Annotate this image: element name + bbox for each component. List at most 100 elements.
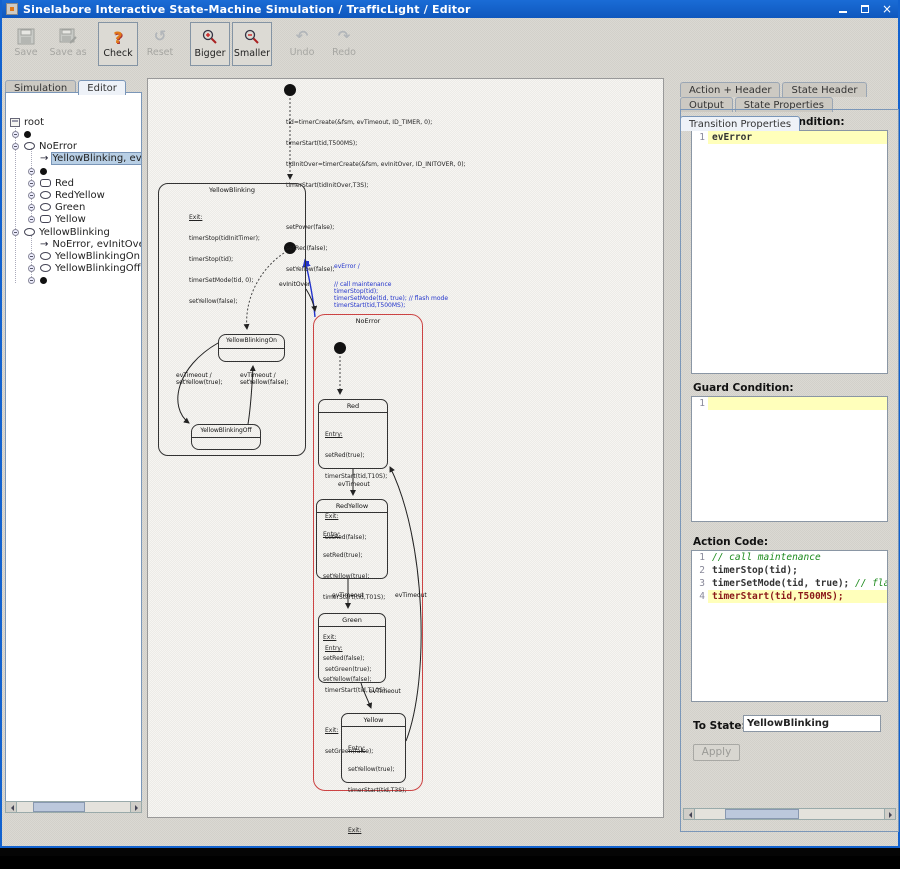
action-code-editor[interactable]: 1// call maintenance 2timerStop(tid); 3t…: [691, 550, 888, 702]
expand-handle-icon[interactable]: [12, 131, 19, 138]
tree-horizontal-scrollbar[interactable]: [5, 801, 142, 813]
transition-arrow-icon: [40, 153, 48, 164]
tree-item-noerror[interactable]: NoError: [6, 140, 141, 152]
floppy-icon: [17, 25, 35, 47]
initial-state-icon: [40, 277, 47, 284]
zoom-out-label: Smaller: [234, 48, 270, 59]
state-icon: [40, 252, 51, 260]
scrollbar-thumb[interactable]: [725, 809, 799, 819]
expand-handle-icon[interactable]: [28, 168, 35, 175]
expand-handle-icon[interactable]: [28, 253, 35, 260]
state-icon: [24, 142, 35, 150]
tree-item-yellowblinkingon[interactable]: YellowBlinkingOn: [6, 250, 141, 262]
expand-handle-icon[interactable]: [28, 204, 35, 211]
label-evtimeout-4: evTimeout: [369, 688, 401, 695]
reset-button[interactable]: ↺ Reset: [140, 22, 180, 66]
properties-horizontal-scrollbar[interactable]: [683, 808, 896, 820]
undo-icon: ↶: [296, 25, 309, 47]
label-evinitover: evInitOver: [279, 281, 310, 288]
tree-item-initial[interactable]: [6, 165, 141, 177]
guard-condition-editor[interactable]: 1: [691, 396, 888, 522]
tree-item-green[interactable]: Green: [6, 201, 141, 213]
expand-handle-icon[interactable]: [28, 277, 35, 284]
state-icon: [24, 228, 35, 236]
redo-icon: ↷: [338, 25, 351, 47]
tree-item-transition-yellowblinking-everror[interactable]: YellowBlinking, evError: [6, 152, 141, 164]
guard-condition-label: Guard Condition:: [693, 382, 794, 394]
close-icon: ×: [882, 2, 892, 16]
scroll-left-arrow[interactable]: [684, 809, 695, 819]
undo-button[interactable]: ↶ Undo: [282, 22, 322, 66]
tree-item-yellowblinking[interactable]: YellowBlinking: [6, 226, 141, 238]
state-icon: [40, 191, 51, 199]
tree-item-initial[interactable]: [6, 128, 141, 140]
expand-handle-icon[interactable]: [28, 216, 35, 223]
state-yellowblinking[interactable]: YellowBlinking Exit: timerStop(tidInitTi…: [158, 183, 306, 456]
magnifier-plus-icon: [201, 26, 219, 48]
label-everror-transition: evError / // call maintenance timerStop(…: [334, 263, 448, 309]
expand-handle-icon[interactable]: [12, 143, 19, 150]
statechart-canvas[interactable]: tid=timerCreate(&fsm, evTimeout, ID_TIME…: [147, 78, 664, 818]
redo-label: Redo: [332, 47, 356, 58]
save-as-label: Save as: [49, 47, 86, 58]
tab-transition-properties[interactable]: Transition Properties: [680, 116, 800, 131]
expand-handle-icon[interactable]: [28, 265, 35, 272]
check-label: Check: [103, 48, 132, 59]
window-bottom-edge: [0, 848, 900, 856]
state-yellowblinkingoff[interactable]: YellowBlinkingOff: [191, 424, 261, 450]
scroll-right-arrow[interactable]: [884, 809, 895, 819]
tree-item-transition-noerror-evinitover[interactable]: NoError, evInitOver: [6, 238, 141, 250]
redo-button[interactable]: ↷ Redo: [324, 22, 364, 66]
yellowblinking-exit-code: Exit: timerStop(tidInitTimer); timerStop…: [189, 200, 260, 319]
state-yellow[interactable]: Yellow Entry: setYellow(true); timerStar…: [341, 713, 406, 783]
expand-handle-icon[interactable]: [28, 192, 35, 199]
save-as-button[interactable]: Save as: [48, 22, 88, 66]
tree-item-root[interactable]: root: [6, 116, 141, 128]
minimize-icon: [839, 11, 847, 13]
save-button[interactable]: Save: [6, 22, 46, 66]
scroll-left-arrow[interactable]: [6, 802, 17, 812]
label-off-to-on: evTimeout /setYellow(false);: [240, 372, 289, 386]
right-splitter[interactable]: [668, 78, 673, 818]
model-tree[interactable]: root NoError YellowBlinking, evError Red…: [5, 92, 142, 802]
titlebar: Sinelabore Interactive State-Machine Sim…: [2, 0, 898, 18]
state-green[interactable]: Green Entry: setGreen(true); timerStart(…: [318, 613, 386, 683]
minimize-button[interactable]: [832, 0, 854, 18]
tree-item-yellow[interactable]: Yellow: [6, 213, 141, 225]
initial-transition-code: tid=timerCreate(&fsm, evTimeout, ID_TIME…: [286, 105, 466, 287]
check-button[interactable]: ? Check: [98, 22, 138, 66]
floppy-pen-icon: [59, 25, 77, 47]
tab-editor[interactable]: Editor: [78, 80, 126, 95]
maximize-icon: [861, 5, 869, 13]
initial-pseudostate-top[interactable]: [284, 84, 296, 96]
properties-panel: Action + HeaderState Header OutputState …: [680, 78, 899, 832]
state-icon: [40, 264, 51, 272]
apply-button[interactable]: Apply: [693, 744, 740, 761]
root-icon: [10, 118, 20, 127]
tree-item-redyellow[interactable]: RedYellow: [6, 189, 141, 201]
transition-arrow-icon: [40, 239, 48, 250]
state-red[interactable]: Red Entry: setRed(true); timerStart(tid,…: [318, 399, 388, 469]
tree-item-yellowblinkingoff[interactable]: YellowBlinkingOff: [6, 262, 141, 274]
tree-item-red[interactable]: Red: [6, 177, 141, 189]
action-code-label: Action Code:: [693, 536, 768, 548]
model-tree-panel: SimulationEditor root NoError YellowBlin…: [5, 76, 142, 817]
tree-item-initial[interactable]: [6, 274, 141, 286]
zoom-in-button[interactable]: Bigger: [190, 22, 230, 66]
close-button[interactable]: ×: [876, 0, 898, 18]
expand-handle-icon[interactable]: [12, 229, 19, 236]
window-title: Sinelabore Interactive State-Machine Sim…: [23, 3, 471, 16]
event-trigger-editor[interactable]: 1evError: [691, 130, 888, 374]
app-icon: [6, 3, 18, 15]
zoom-in-label: Bigger: [195, 48, 226, 59]
scrollbar-thumb[interactable]: [33, 802, 85, 812]
maximize-button[interactable]: [854, 0, 876, 18]
state-yellowblinkingon[interactable]: YellowBlinkingOn: [218, 334, 285, 362]
to-state-input[interactable]: [743, 715, 881, 732]
app-window: Sinelabore Interactive State-Machine Sim…: [0, 0, 900, 848]
expand-handle-icon[interactable]: [28, 180, 35, 187]
zoom-out-button[interactable]: Smaller: [232, 22, 272, 66]
initial-state-icon: [24, 131, 31, 138]
scroll-right-arrow[interactable]: [130, 802, 141, 812]
state-redyellow[interactable]: RedYellow Entry: setRed(true); setYellow…: [316, 499, 388, 579]
